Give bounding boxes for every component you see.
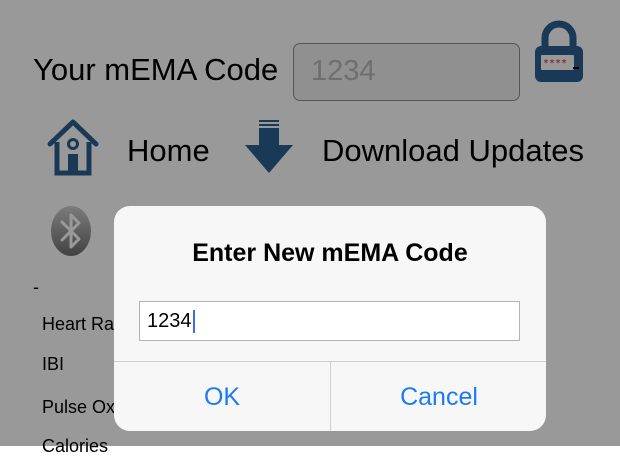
text-cursor xyxy=(192,310,195,334)
enter-code-dialog: Enter New mEMA Code 1234 OK Cancel xyxy=(114,206,546,431)
dialog-title: Enter New mEMA Code xyxy=(192,239,468,267)
ok-button[interactable]: OK xyxy=(114,362,330,431)
new-code-input-value: 1234 xyxy=(147,310,192,332)
new-code-input[interactable]: 1234 xyxy=(139,301,520,341)
cancel-button[interactable]: Cancel xyxy=(330,362,546,431)
dialog-button-row: OK Cancel xyxy=(114,361,546,431)
